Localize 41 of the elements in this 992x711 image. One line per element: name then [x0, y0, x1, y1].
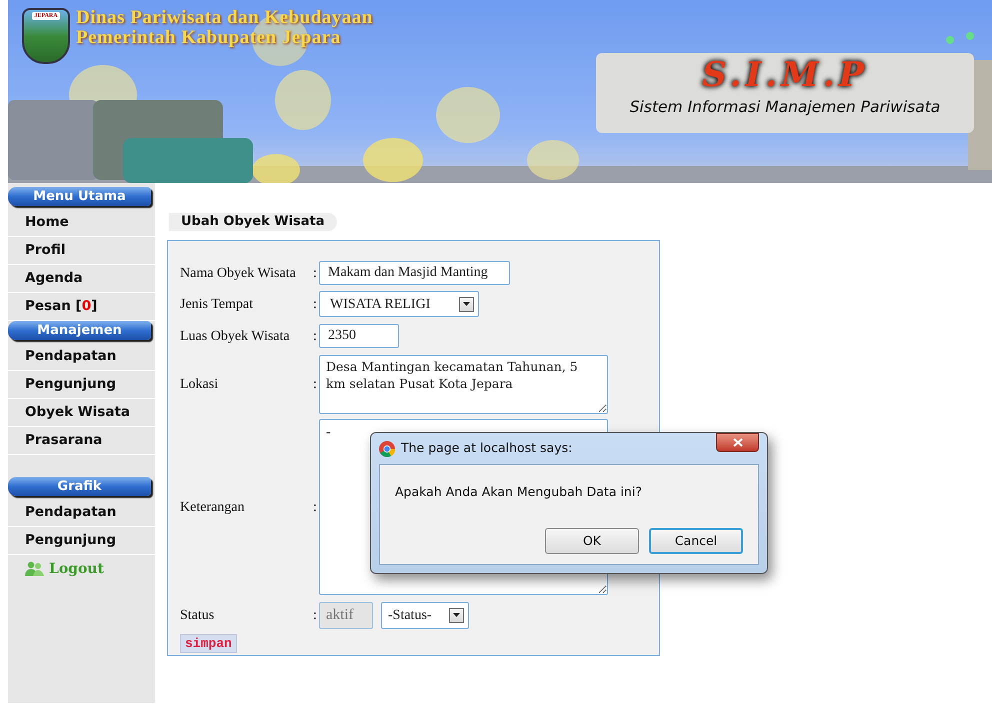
- field-label: Keterangan: [180, 498, 246, 516]
- sidebar-heading: Grafik: [8, 477, 151, 496]
- dialog-button[interactable]: OK: [545, 528, 639, 554]
- area-field[interactable]: 2350: [319, 324, 399, 348]
- field-label: Jenis Tempat: [180, 296, 254, 314]
- dialog-button[interactable]: Cancel: [649, 528, 743, 554]
- agency-title: Dinas Pariwisata dan Kebudayaan: [76, 8, 373, 28]
- sidebar-link[interactable]: Profil: [8, 237, 155, 265]
- name-field[interactable]: Makam dan Masjid Manting: [319, 261, 510, 285]
- dialog-message: Apakah Anda Akan Mengubah Data ini?: [395, 483, 643, 501]
- section-title: Ubah Obyek Wisata: [169, 213, 337, 231]
- field-separator: :: [313, 328, 318, 346]
- sidebar-link[interactable]: Home: [8, 209, 155, 237]
- close-icon: [732, 438, 742, 447]
- people-icon: [23, 561, 45, 577]
- browser-logo-icon: [379, 440, 395, 456]
- location-field[interactable]: Desa Mantingan kecamatan Tahunan, 5 km selatan Pusat Kota Jepara: [319, 354, 608, 414]
- field-label: Status: [180, 606, 216, 624]
- sidebar-link[interactable]: Agenda: [8, 265, 155, 293]
- field-label: Luas Obyek Wisata: [180, 328, 291, 346]
- field-separator: :: [313, 376, 318, 394]
- place-type-select[interactable]: WISATA RELIGI: [319, 291, 479, 317]
- app-logo-title: S.I.M.P: [702, 54, 868, 97]
- sidebar-link[interactable]: Obyek Wisata: [8, 399, 155, 427]
- field-label: Lokasi: [180, 376, 220, 394]
- field-separator: :: [313, 498, 318, 516]
- agency-subtitle: Pemerintah Kabupaten Jepara: [76, 28, 341, 48]
- sidebar-heading: Menu Utama: [8, 187, 151, 206]
- close-button[interactable]: [716, 433, 759, 452]
- sidebar-heading: Manajemen: [8, 321, 151, 340]
- sidebar-link[interactable]: Pendapatan: [8, 499, 155, 527]
- field-separator: :: [313, 296, 318, 314]
- sidebar-link[interactable]: Pendapatan: [8, 343, 155, 371]
- sidebar-link[interactable]: Pengunjung: [8, 371, 155, 399]
- field-separator: :: [313, 606, 318, 624]
- field-separator: :: [313, 264, 318, 282]
- field-label: Nama Obyek Wisata: [180, 264, 297, 282]
- app-logo-subtitle: Sistem Informasi Manajemen Pariwisata: [630, 97, 940, 117]
- sidebar-link[interactable]: Pengunjung: [8, 527, 155, 555]
- dialog-title: The page at localhost says:: [401, 439, 572, 458]
- sidebar-link[interactable]: Prasarana: [8, 427, 155, 455]
